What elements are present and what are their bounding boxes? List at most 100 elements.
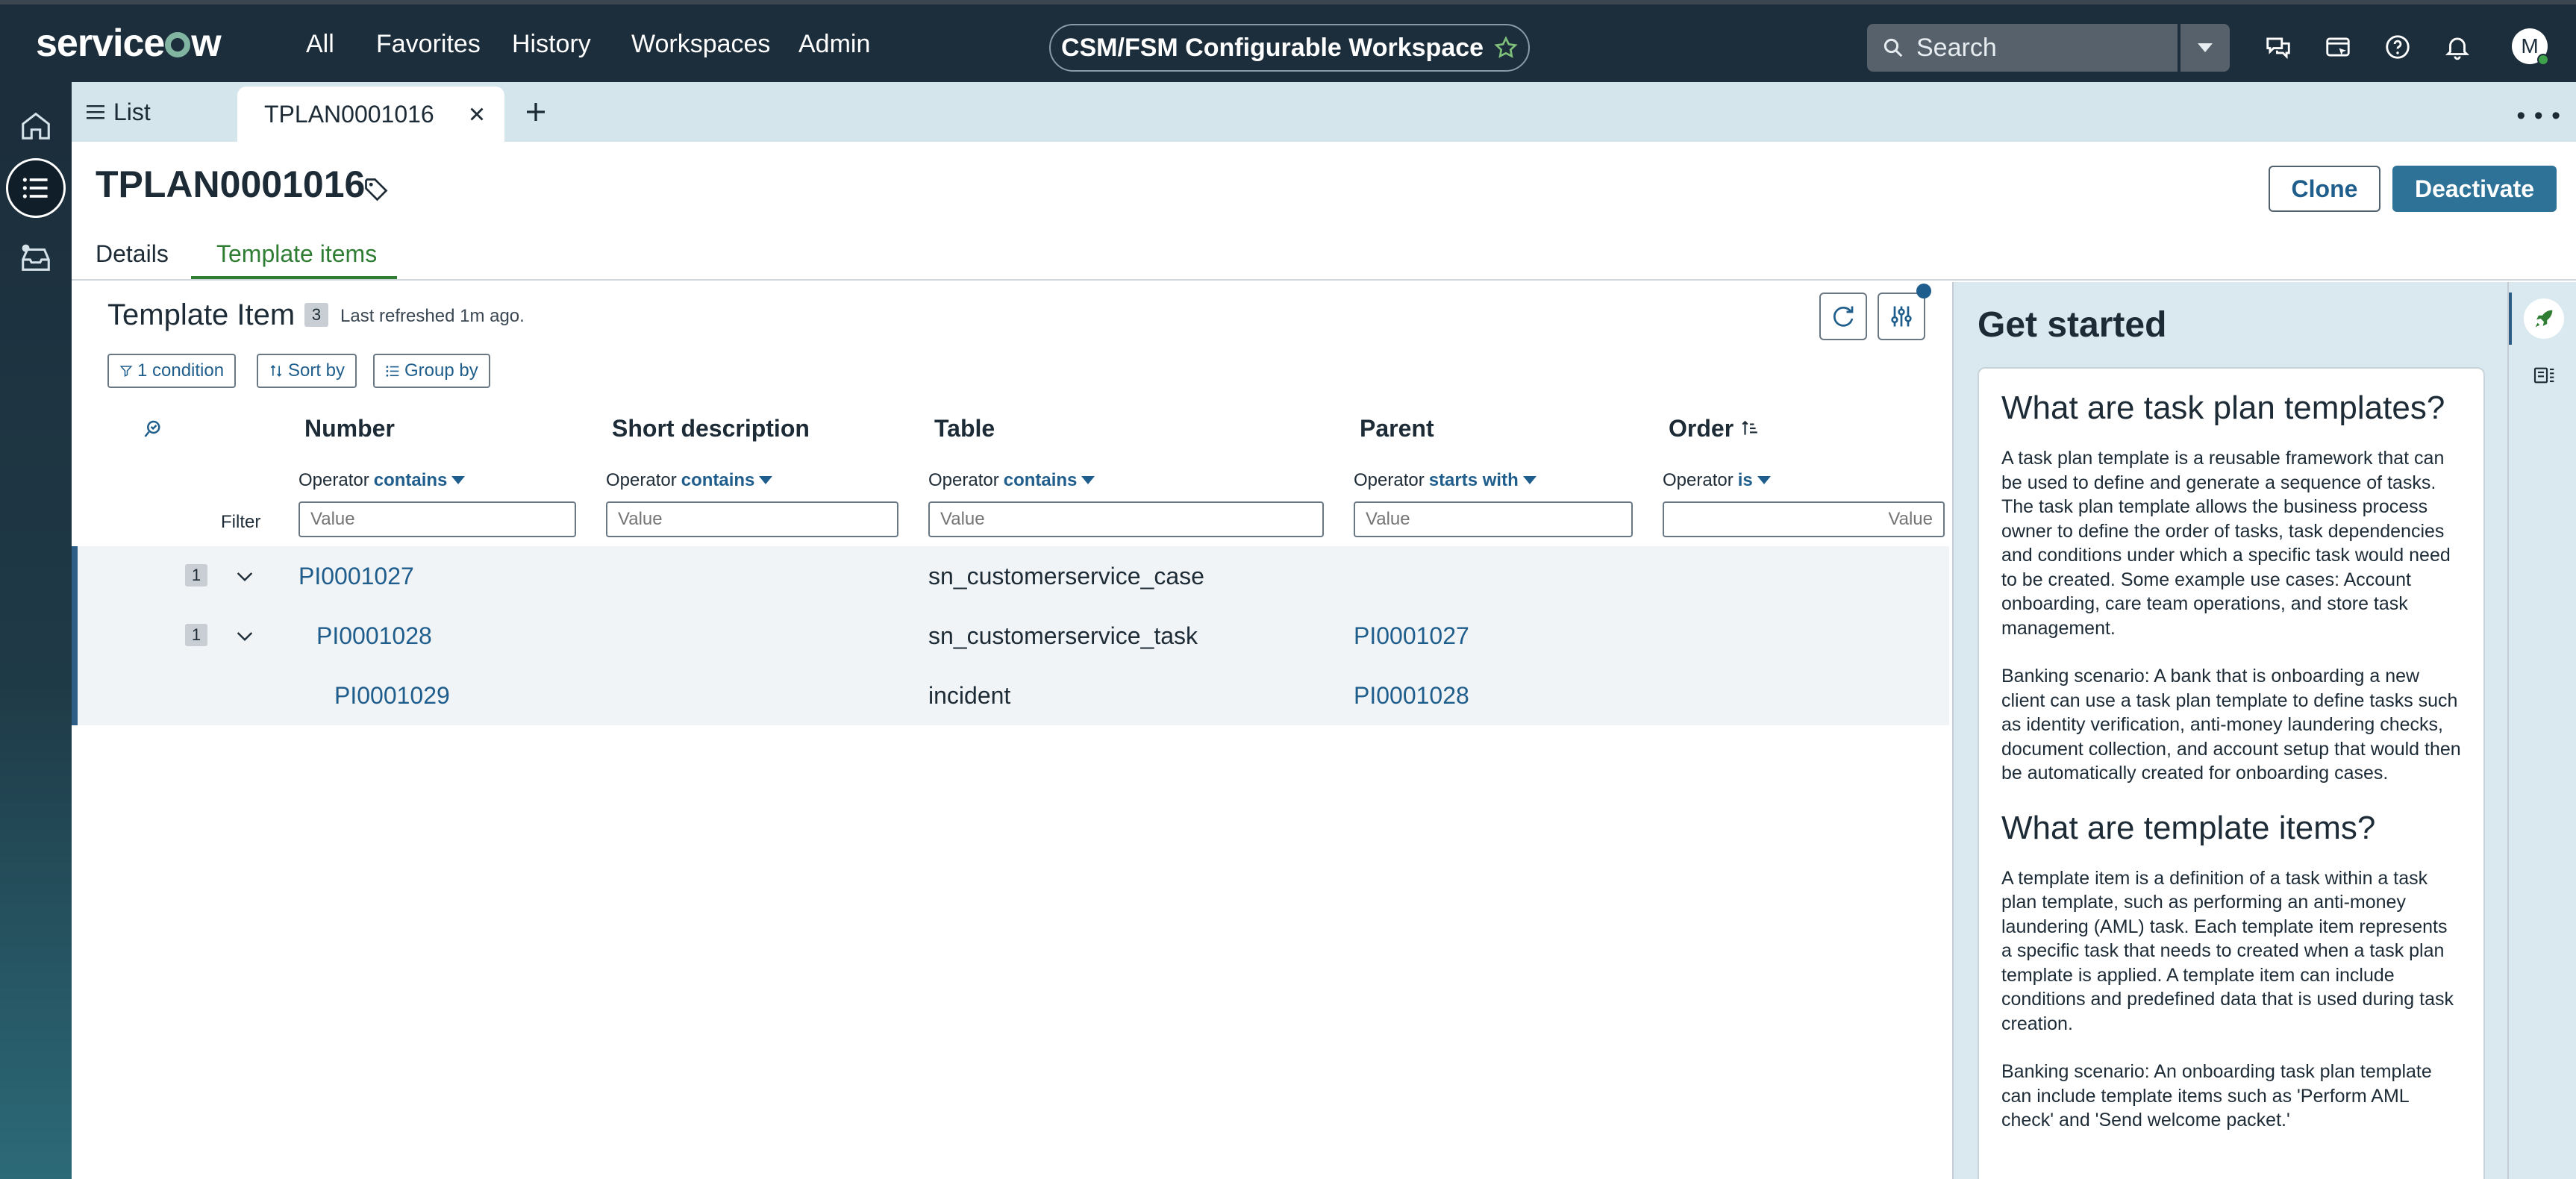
- list-title: Template Item: [107, 298, 296, 331]
- workspace-name-pill[interactable]: CSM/FSM Configurable Workspace: [1049, 24, 1530, 72]
- list-settings-button[interactable]: [1878, 293, 1925, 340]
- nav-history[interactable]: History: [512, 30, 591, 59]
- caret-down-icon: [451, 476, 466, 484]
- caret-down-icon: [759, 476, 773, 484]
- get-started-button[interactable]: [2525, 300, 2563, 337]
- tab-details[interactable]: Details: [96, 240, 169, 268]
- record-title: TPLAN0001016: [96, 163, 366, 205]
- workspace-tab-strip: List TPLAN0001016 • • •: [72, 82, 2576, 142]
- notification-dot: [1916, 284, 1931, 298]
- search-scope-dropdown[interactable]: [2180, 24, 2230, 72]
- active-side-indicator: [2509, 293, 2512, 345]
- table-row-table: incident: [928, 682, 1011, 709]
- operator-value: contains: [373, 470, 448, 490]
- paragraph-banking-scenario-2: Banking scenario: An onboarding task pla…: [2001, 1061, 2432, 1130]
- contextual-app-icon[interactable]: [2324, 33, 2352, 61]
- contextual-side-bar: [2507, 282, 2576, 1179]
- operator-parent[interactable]: Operator starts with: [1354, 470, 1536, 491]
- filter-input-short-description[interactable]: [606, 501, 898, 537]
- more-icon[interactable]: • • •: [2516, 101, 2561, 131]
- operator-label: Operator: [1354, 470, 1425, 490]
- bell-icon[interactable]: [2443, 33, 2472, 61]
- paragraph-task-plan-templates: A task plan template is a reusable frame…: [2001, 448, 2451, 639]
- sort-asc-icon: [1742, 420, 1757, 435]
- add-tab-icon[interactable]: [522, 98, 549, 125]
- col-header-short-description[interactable]: Short description: [612, 415, 810, 442]
- table-row-parent[interactable]: PI0001027: [1354, 622, 1469, 650]
- col-header-number[interactable]: Number: [304, 415, 395, 442]
- presence-dot: [2537, 54, 2549, 66]
- operator-table[interactable]: Operator contains: [928, 470, 1095, 491]
- global-search[interactable]: Search: [1867, 24, 2178, 72]
- tag-icon[interactable]: [363, 176, 390, 203]
- table-row-number[interactable]: PI0001028: [316, 622, 432, 650]
- chat-icon[interactable]: [2264, 33, 2292, 61]
- operator-label: Operator: [606, 470, 677, 490]
- close-icon[interactable]: [466, 103, 488, 125]
- help-icon[interactable]: [2383, 33, 2412, 61]
- get-started-title: Get started: [1978, 305, 2167, 345]
- workspace-name: CSM/FSM Configurable Workspace: [1060, 33, 1484, 62]
- operator-number[interactable]: Operator contains: [298, 470, 466, 491]
- sliders-icon: [1891, 306, 1912, 327]
- clone-button[interactable]: Clone: [2269, 166, 2380, 212]
- child-count-badge: 1: [185, 564, 207, 587]
- condition-chip-label: 1 condition: [137, 360, 225, 381]
- table-row-table: sn_customerservice_case: [928, 563, 1204, 590]
- get-started-panel: Get started What are task plan templates…: [1952, 282, 2507, 1179]
- operator-value: contains: [681, 470, 755, 490]
- caret-down-icon: [1522, 476, 1536, 484]
- filter-input-order[interactable]: [1663, 501, 1945, 537]
- col-header-parent[interactable]: Parent: [1360, 415, 1434, 442]
- filter-input-table[interactable]: [928, 501, 1324, 537]
- paragraph-template-items: A template item is a definition of a tas…: [2001, 867, 2454, 1034]
- chevron-down-icon[interactable]: [233, 624, 257, 648]
- star-icon[interactable]: [1494, 36, 1518, 60]
- sort-icon: [270, 365, 282, 377]
- filter-toggle-icon[interactable]: [143, 418, 166, 440]
- nav-admin[interactable]: Admin: [798, 30, 870, 59]
- filter-input-number[interactable]: [298, 501, 576, 537]
- nav-all[interactable]: All: [306, 30, 334, 59]
- home-icon: [22, 112, 50, 140]
- section-heading-task-plan-templates: What are task plan templates?: [2001, 390, 2445, 426]
- operator-label: Operator: [1663, 470, 1734, 490]
- tab-template-items[interactable]: Template items: [216, 240, 377, 268]
- rocket-icon: [2535, 310, 2553, 328]
- filter-input-parent[interactable]: [1354, 501, 1633, 537]
- last-refreshed-text: Last refreshed 1m ago.: [340, 306, 525, 326]
- list-icon: [22, 178, 48, 198]
- group-by-chip[interactable]: Group by: [373, 354, 490, 388]
- caret-down-icon: [1081, 476, 1095, 484]
- group-by-chip-label: Group by: [404, 360, 478, 381]
- operator-short-description[interactable]: Operator contains: [606, 470, 773, 491]
- table-row-number[interactable]: PI0001029: [334, 682, 450, 710]
- nav-workspaces[interactable]: Workspaces: [631, 30, 770, 59]
- servicenow-logo[interactable]: service w: [36, 21, 222, 66]
- condition-chip[interactable]: 1 condition: [107, 354, 237, 388]
- hamburger-icon: [87, 105, 104, 119]
- refresh-button[interactable]: [1819, 293, 1867, 340]
- operator-label: Operator: [928, 470, 999, 490]
- deactivate-button[interactable]: Deactivate: [2392, 166, 2557, 212]
- col-header-table[interactable]: Table: [934, 415, 995, 442]
- tab-record[interactable]: TPLAN0001016: [237, 87, 504, 142]
- group-icon: [386, 366, 399, 377]
- table-row-parent[interactable]: PI0001028: [1354, 682, 1469, 710]
- nav-favorites[interactable]: Favorites: [376, 30, 481, 59]
- home-button[interactable]: [12, 101, 60, 149]
- chevron-down-icon[interactable]: [233, 564, 257, 588]
- tab-list[interactable]: List: [87, 82, 151, 142]
- list-button[interactable]: [6, 158, 66, 218]
- col-header-order[interactable]: Order: [1669, 415, 1760, 442]
- section-heading-template-items: What are template items?: [2001, 809, 2376, 846]
- sort-by-chip[interactable]: Sort by: [257, 354, 357, 388]
- table-row-number[interactable]: PI0001027: [298, 563, 414, 590]
- operator-order[interactable]: Operator is: [1663, 470, 1771, 491]
- get-started-card: What are task plan templates? A task pla…: [1978, 367, 2485, 1179]
- operator-label: Operator: [298, 470, 369, 490]
- details-panel-button[interactable]: [2525, 357, 2563, 394]
- operator-value: starts with: [1428, 470, 1519, 490]
- child-count-badge: 1: [185, 624, 207, 646]
- inbox-button[interactable]: [12, 234, 60, 282]
